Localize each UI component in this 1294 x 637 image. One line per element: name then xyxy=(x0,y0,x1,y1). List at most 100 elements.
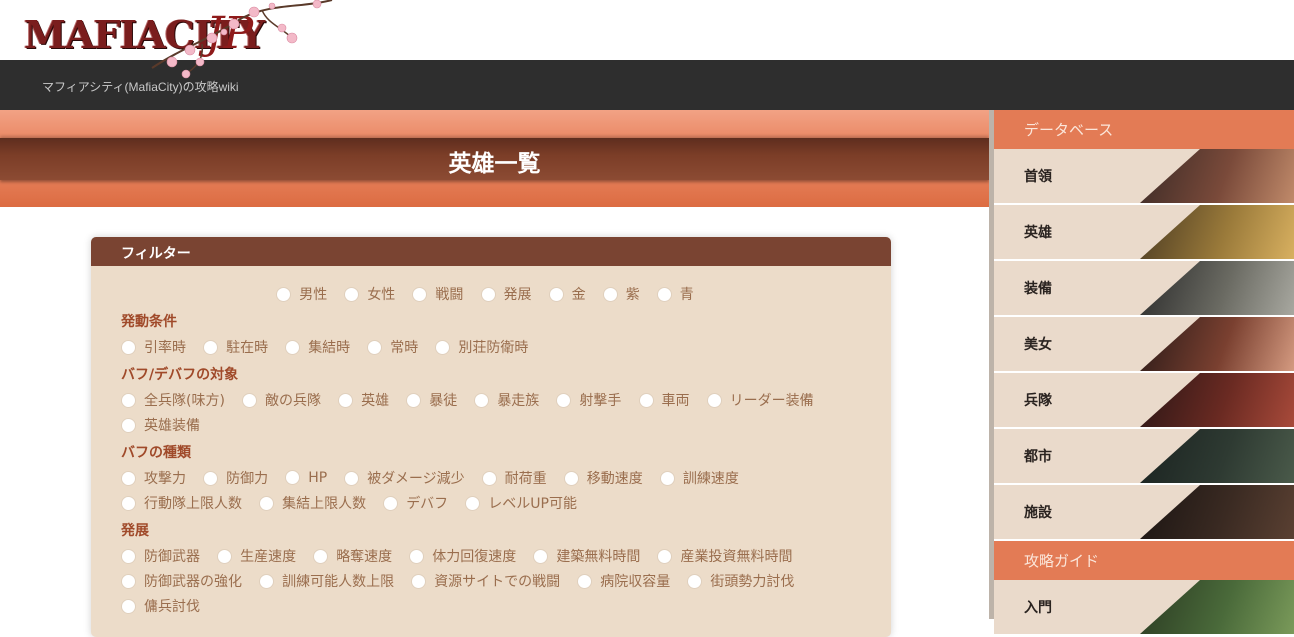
filter-option[interactable]: デバフ xyxy=(383,493,448,513)
radio-button[interactable] xyxy=(577,573,593,589)
radio-button[interactable] xyxy=(638,392,654,408)
filter-option[interactable]: 略奪速度 xyxy=(313,546,392,566)
sidebar-item-troops[interactable]: 兵隊 xyxy=(994,373,1294,427)
filter-option[interactable]: 英雄 xyxy=(338,390,389,410)
radio-button[interactable] xyxy=(533,548,549,564)
filter-option[interactable]: 耐荷重 xyxy=(481,468,547,488)
radio-button[interactable] xyxy=(412,286,428,302)
filter-option[interactable]: 被ダメージ減少 xyxy=(344,468,465,488)
radio-button[interactable] xyxy=(409,548,425,564)
filter-option[interactable]: 射撃手 xyxy=(556,390,621,410)
radio-button[interactable] xyxy=(121,470,136,486)
radio-button[interactable] xyxy=(367,339,383,355)
filter-option[interactable]: 発展 xyxy=(480,284,532,304)
filter-option[interactable]: 英雄装備 xyxy=(121,415,200,435)
thumbnail-image xyxy=(1140,149,1294,203)
radio-button[interactable] xyxy=(259,495,275,511)
filter-option[interactable]: 別荘防衛時 xyxy=(435,337,528,357)
radio-button[interactable] xyxy=(657,548,673,564)
radio-button[interactable] xyxy=(656,286,672,302)
filter-option[interactable]: 訓練可能人数上限 xyxy=(259,571,394,591)
filter-option[interactable]: 駐在時 xyxy=(203,337,268,357)
filter-option[interactable]: 建築無料時間 xyxy=(533,546,640,566)
filter-option[interactable]: 訓練速度 xyxy=(659,468,739,488)
filter-option[interactable]: 戦闘 xyxy=(412,284,463,304)
radio-button[interactable] xyxy=(313,548,329,564)
filter-option[interactable]: 金 xyxy=(548,284,586,304)
filter-option[interactable]: 移動速度 xyxy=(563,468,643,488)
radio-button[interactable] xyxy=(121,573,136,589)
radio-button[interactable] xyxy=(203,339,219,355)
radio-button[interactable] xyxy=(121,339,136,355)
radio-button[interactable] xyxy=(121,417,136,433)
filter-option[interactable]: 攻撃力 xyxy=(121,468,186,488)
filter-option[interactable]: 暴徒 xyxy=(406,390,457,410)
filter-option[interactable]: リーダー装備 xyxy=(706,390,814,410)
filter-option[interactable]: 青 xyxy=(656,284,694,304)
filter-option[interactable]: 常時 xyxy=(367,337,418,357)
radio-button[interactable] xyxy=(121,495,136,511)
filter-option[interactable]: 暴走族 xyxy=(474,390,539,410)
radio-button[interactable] xyxy=(259,573,275,589)
filter-option[interactable]: 資源サイトでの戦闘 xyxy=(411,571,560,591)
radio-button[interactable] xyxy=(344,286,360,302)
filter-option[interactable]: 車両 xyxy=(638,390,690,410)
radio-button[interactable] xyxy=(474,392,490,408)
site-logo[interactable]: MAFIACITY JP xyxy=(24,0,333,79)
radio-button[interactable] xyxy=(383,495,399,511)
filter-option[interactable]: HP xyxy=(285,469,327,486)
filter-option[interactable]: 傭兵討伐 xyxy=(121,596,200,616)
radio-button[interactable] xyxy=(338,392,354,408)
radio-button[interactable] xyxy=(556,392,572,408)
radio-button[interactable] xyxy=(706,392,722,408)
radio-button[interactable] xyxy=(121,392,136,408)
sidebar-item-boss[interactable]: 首領 xyxy=(994,149,1294,203)
filter-option[interactable]: 男性 xyxy=(276,284,327,304)
sidebar-item-label: 施設 xyxy=(1024,505,1052,521)
radio-button[interactable] xyxy=(344,470,360,486)
radio-button[interactable] xyxy=(121,598,136,614)
filter-option[interactable]: 防御力 xyxy=(203,468,268,488)
radio-button[interactable] xyxy=(563,470,579,486)
filter-option[interactable]: 集結上限人数 xyxy=(259,493,366,513)
filter-option[interactable]: 行動隊上限人数 xyxy=(121,493,242,513)
radio-button[interactable] xyxy=(217,548,233,564)
filter-option[interactable]: 生産速度 xyxy=(217,546,296,566)
radio-button[interactable] xyxy=(465,495,481,511)
filter-option[interactable]: 防御武器の強化 xyxy=(121,571,242,591)
filter-option[interactable]: 引率時 xyxy=(121,337,186,357)
sidebar-item-city[interactable]: 都市 xyxy=(994,429,1294,483)
radio-button[interactable] xyxy=(203,470,219,486)
radio-button[interactable] xyxy=(242,392,258,408)
filter-option[interactable]: 紫 xyxy=(602,284,640,304)
radio-button[interactable] xyxy=(481,470,497,486)
filter-option[interactable]: 敵の兵隊 xyxy=(242,390,321,410)
sidebar-item-facilities[interactable]: 施設 xyxy=(994,485,1294,539)
filter-option[interactable]: レベルUP可能 xyxy=(465,493,577,513)
radio-button[interactable] xyxy=(435,339,451,355)
filter-option[interactable]: 病院収容量 xyxy=(577,571,670,591)
radio-button[interactable] xyxy=(602,286,618,302)
radio-button[interactable] xyxy=(285,469,301,485)
radio-button[interactable] xyxy=(411,573,427,589)
sidebar-item-beginner[interactable]: 入門 xyxy=(994,580,1294,634)
filter-option[interactable]: 全兵隊(味方) xyxy=(121,390,225,410)
radio-button[interactable] xyxy=(480,286,496,302)
radio-button[interactable] xyxy=(285,339,301,355)
sidebar-item-equipment[interactable]: 装備 xyxy=(994,261,1294,315)
sidebar-heading-guide: 攻略ガイド xyxy=(994,541,1294,580)
radio-button[interactable] xyxy=(276,286,292,302)
filter-option[interactable]: 女性 xyxy=(344,284,395,304)
radio-button[interactable] xyxy=(548,286,564,302)
radio-button[interactable] xyxy=(406,392,422,408)
sidebar-item-beauties[interactable]: 美女 xyxy=(994,317,1294,371)
filter-option[interactable]: 集結時 xyxy=(285,337,350,357)
sidebar-item-heroes[interactable]: 英雄 xyxy=(994,205,1294,259)
radio-button[interactable] xyxy=(121,548,136,564)
radio-button[interactable] xyxy=(687,573,703,589)
filter-option[interactable]: 街頭勢力討伐 xyxy=(687,571,794,591)
filter-option[interactable]: 防御武器 xyxy=(121,546,200,566)
filter-option[interactable]: 産業投資無料時間 xyxy=(657,546,792,566)
filter-option[interactable]: 体力回復速度 xyxy=(409,546,516,566)
radio-button[interactable] xyxy=(659,470,675,486)
